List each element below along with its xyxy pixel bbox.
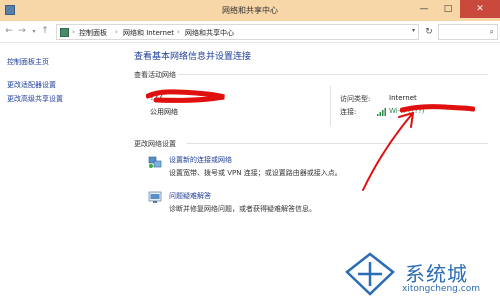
troubleshoot-problems-description: 诊断并修复网络问题，或者获得疑难解答信息。 bbox=[169, 205, 316, 213]
breadcrumb-network-sharing-center[interactable]: 网络和共享中心 bbox=[185, 28, 234, 38]
refresh-icon[interactable]: ↻ bbox=[422, 24, 436, 40]
breadcrumb-separator: › bbox=[115, 28, 118, 36]
page-title: 查看基本网络信息并设置连接 bbox=[134, 52, 252, 62]
section-divider bbox=[186, 143, 488, 144]
forward-arrow-icon[interactable]: → bbox=[17, 26, 27, 37]
section-divider bbox=[178, 74, 488, 75]
troubleshoot-icon bbox=[148, 191, 162, 203]
sidebar-item-change-adapter-settings[interactable]: 更改适配器设置 bbox=[7, 80, 56, 90]
breadcrumb-control-panel[interactable]: 控制面板 bbox=[79, 28, 107, 38]
network-setup-icon bbox=[148, 156, 162, 168]
search-input[interactable]: ⌕ bbox=[438, 24, 498, 40]
troubleshoot-problems-link[interactable]: 问题疑难解答 bbox=[169, 191, 211, 201]
breadcrumb-separator: › bbox=[72, 28, 75, 36]
up-arrow-icon[interactable]: ↑ bbox=[40, 26, 50, 37]
network-type: 公用网络 bbox=[150, 108, 178, 116]
watermark-logo-icon bbox=[345, 252, 395, 296]
watermark-url: xitongcheng.com bbox=[402, 284, 480, 294]
sidebar-item-control-panel-home[interactable]: 控制面板主页 bbox=[7, 57, 49, 67]
active-networks-heading: 查看活动网络 bbox=[134, 71, 176, 79]
watermark-name: 系统城 bbox=[405, 262, 468, 286]
sidebar: 控制面板主页 更改适配器设置 更改高级共享设置 bbox=[0, 43, 124, 306]
setup-new-connection-link[interactable]: 设置新的连接或网络 bbox=[169, 155, 232, 165]
connection-label: 连接: bbox=[340, 108, 357, 116]
recent-locations-icon[interactable]: ▾ bbox=[29, 26, 39, 37]
change-settings-heading: 更改网络设置 bbox=[134, 140, 176, 148]
vertical-divider bbox=[330, 86, 331, 126]
redaction-scribble bbox=[146, 89, 225, 103]
chevron-down-icon[interactable]: ▾ bbox=[412, 27, 415, 34]
breadcrumb-network-internet[interactable]: 网络和 Internet bbox=[123, 28, 174, 38]
breadcrumb-separator: › bbox=[177, 28, 180, 36]
setup-new-connection-description: 设置宽带、拨号或 VPN 连接；或设置路由器或接入点。 bbox=[169, 169, 342, 177]
back-arrow-icon[interactable]: ← bbox=[4, 26, 14, 37]
control-panel-icon bbox=[60, 28, 69, 37]
sidebar-item-change-advanced-sharing[interactable]: 更改高级共享设置 bbox=[7, 94, 63, 104]
annotation-arrow bbox=[362, 112, 414, 191]
search-icon: ⌕ bbox=[489, 27, 494, 36]
close-button[interactable]: ✕ bbox=[460, 0, 500, 18]
breadcrumb[interactable]: › 控制面板 › 网络和 Internet › 网络和共享中心 ▾ bbox=[56, 24, 419, 40]
address-bar: ← → ▾ ↑ › 控制面板 › 网络和 Internet › 网络和共享中心 … bbox=[0, 21, 500, 43]
access-type-label: 访问类型: bbox=[340, 95, 371, 103]
maximize-button[interactable]: □ bbox=[436, 0, 460, 18]
title-bar: 网络和共享中心 — □ ✕ bbox=[0, 0, 500, 21]
minimize-button[interactable]: — bbox=[412, 0, 436, 18]
